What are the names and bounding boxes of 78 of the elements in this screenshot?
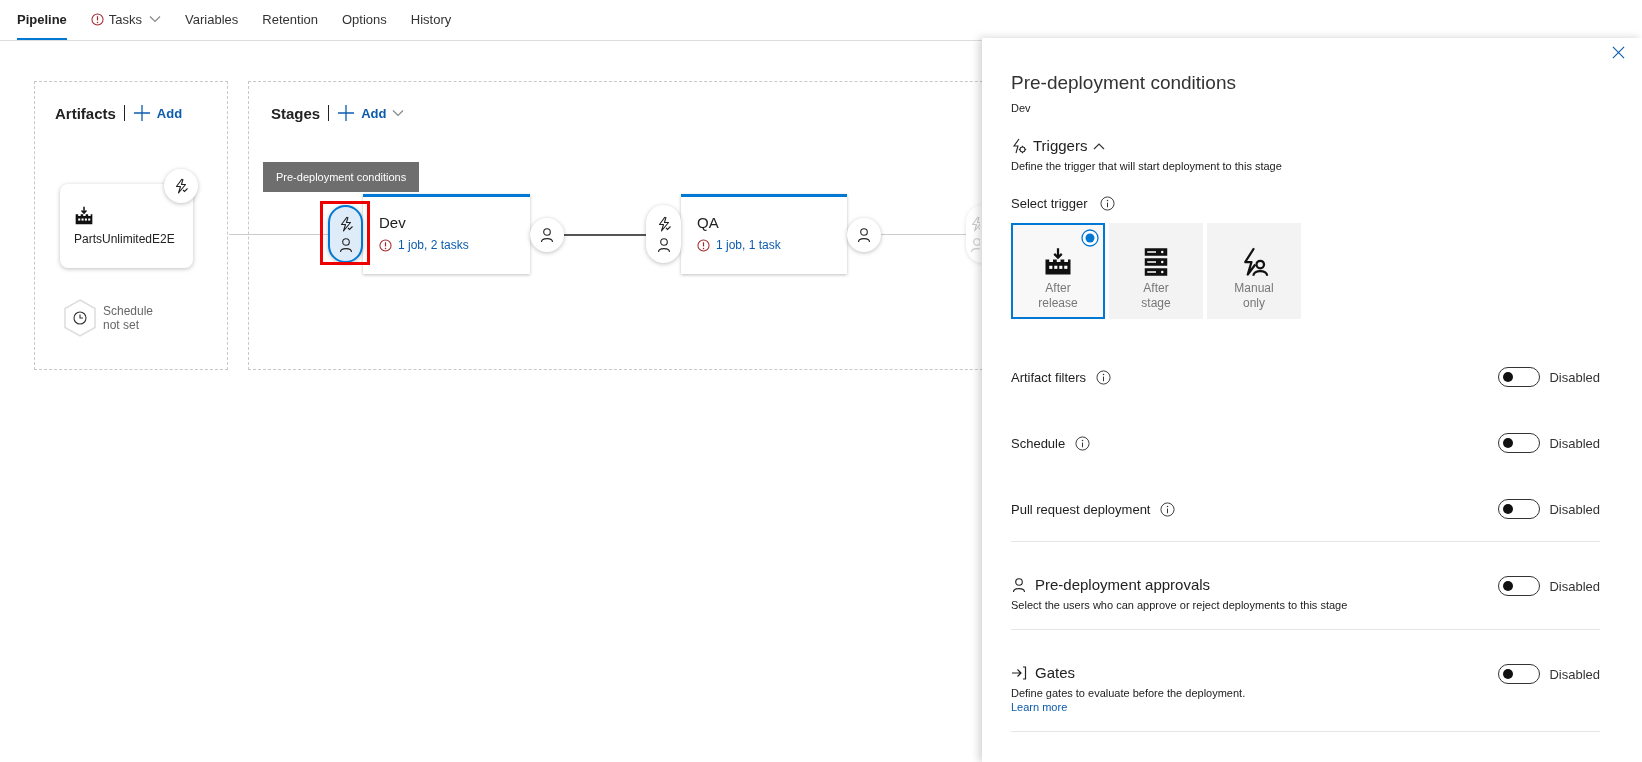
trigger-button[interactable] — [164, 169, 198, 203]
arrow-into-bracket-icon — [1011, 664, 1027, 681]
trigger-option[interactable]: Manual only — [1207, 223, 1301, 319]
stage-name: Dev — [379, 214, 407, 231]
trigger-option[interactable]: After release — [1011, 223, 1105, 319]
toggle-switch[interactable] — [1498, 367, 1541, 387]
lightning-icon — [969, 215, 980, 232]
info-icon — [1075, 436, 1091, 451]
toggle-switch[interactable] — [1498, 433, 1541, 453]
post-deployment-button[interactable] — [847, 218, 881, 252]
section-title: Artifacts — [55, 104, 116, 122]
tooltip: Pre-deployment conditions — [263, 162, 420, 192]
person-icon — [539, 227, 555, 243]
setting-label: Pull request deployment — [1011, 502, 1151, 517]
artifact-card[interactable]: PartsUnlimitedE2E — [60, 184, 193, 268]
chevron-up-icon — [1093, 141, 1106, 150]
stage-card[interactable]: Dev 1 job, 2 tasks — [363, 194, 530, 274]
person-icon — [969, 236, 980, 253]
learn-more-link[interactable]: Learn more — [1011, 701, 1246, 713]
section-description: Define gates to evaluate before the deployment. — [1011, 687, 1246, 699]
pre-deployment-button[interactable] — [328, 205, 363, 263]
tab[interactable]: Tasks — [90, 0, 162, 40]
lightning-icon — [173, 178, 189, 194]
toggle-status: Disabled — [1549, 578, 1600, 594]
warning-icon — [697, 238, 710, 252]
factory-icon — [1043, 247, 1073, 277]
tab[interactable]: Pipeline — [17, 0, 67, 40]
add-button[interactable]: Add — [132, 104, 183, 122]
warning-icon — [90, 12, 104, 26]
trigger-option[interactable]: After stage — [1109, 223, 1203, 319]
post-deployment-button[interactable] — [530, 218, 564, 252]
person-icon — [856, 227, 872, 243]
person-icon — [337, 236, 354, 253]
artifact-name: PartsUnlimitedE2E — [74, 232, 176, 246]
section-description: Select the users who can approve or reject deployments to this stage — [1011, 599, 1348, 611]
section-title: Stages — [271, 104, 321, 122]
person-icon — [1011, 576, 1027, 593]
add-button[interactable]: Add — [337, 104, 405, 122]
clock-hexagon-icon — [63, 299, 97, 337]
pre-deployment-button[interactable] — [646, 205, 681, 263]
toggle-switch[interactable] — [1498, 576, 1541, 596]
section-title: Pre-deployment approvals — [1035, 576, 1211, 593]
person-icon — [655, 236, 672, 253]
toggle-status: Disabled — [1549, 369, 1600, 385]
toggle-status: Disabled — [1549, 435, 1600, 451]
tab[interactable]: Retention — [262, 0, 318, 40]
factory-icon — [74, 206, 94, 226]
panel-title: Pre-deployment conditions — [1011, 72, 1237, 94]
section-description: Define the trigger that will start deployment to this stage — [1011, 160, 1283, 172]
chevron-down-icon — [149, 15, 162, 23]
tab[interactable]: Variables — [185, 0, 239, 40]
schedule-status: Schedule not set — [103, 304, 155, 332]
triggers-toggle[interactable]: Triggers — [1011, 137, 1106, 154]
toggle-switch[interactable] — [1498, 664, 1541, 684]
info-icon — [1099, 196, 1115, 211]
toggle-status: Disabled — [1549, 666, 1600, 682]
stage-name: QA — [697, 214, 720, 231]
section-title: Gates — [1035, 664, 1076, 681]
close-icon — [1611, 45, 1625, 59]
setting-label: Schedule — [1011, 436, 1066, 451]
warning-icon — [379, 238, 392, 252]
tasks-link[interactable]: 1 job, 1 task — [716, 238, 781, 252]
chevron-down-icon — [392, 109, 405, 117]
tab[interactable]: Options — [342, 0, 387, 40]
plus-icon — [337, 104, 356, 122]
toggle-status: Disabled — [1549, 501, 1600, 517]
radio-icon — [1081, 229, 1099, 247]
plus-icon — [132, 104, 151, 122]
tasks-link[interactable]: 1 job, 2 tasks — [398, 238, 469, 252]
setting-label: Artifact filters — [1011, 370, 1087, 385]
info-icon — [1096, 370, 1112, 385]
tab[interactable]: History — [410, 0, 452, 40]
toggle-switch[interactable] — [1498, 499, 1541, 519]
stage-card[interactable]: QA 1 job, 1 task — [681, 194, 847, 274]
lightning-gear-icon — [1011, 137, 1027, 154]
stage-label: Dev — [1011, 102, 1032, 114]
field-label: Select trigger — [1011, 196, 1088, 211]
info-icon — [1160, 502, 1176, 517]
